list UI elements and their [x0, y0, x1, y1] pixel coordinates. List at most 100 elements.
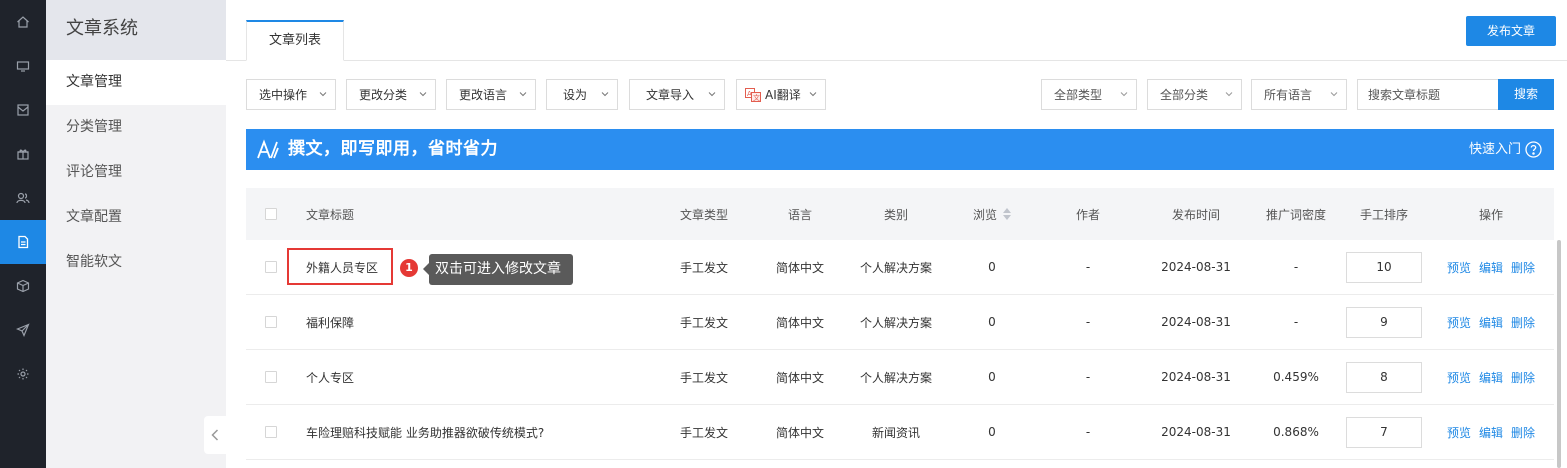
set-as-dropdown[interactable]: 设为	[546, 79, 618, 110]
header-actions: 操作	[1478, 207, 1503, 222]
article-date: 2024-08-31	[1161, 260, 1231, 274]
edit-link[interactable]: 编辑	[1479, 424, 1503, 441]
edit-link[interactable]: 编辑	[1479, 314, 1503, 331]
header-category: 类别	[883, 207, 908, 222]
change-category-dropdown[interactable]: 更改分类	[346, 79, 436, 110]
sidebar-item-article-config[interactable]: 文章配置	[46, 195, 226, 240]
table-row[interactable]: 个人专区 手工发文 简体中文 个人解决方案 0 - 2024-08-31 0.4…	[246, 350, 1554, 405]
icon-rail	[0, 0, 46, 468]
sidebar-item-category-management[interactable]: 分类管理	[46, 105, 226, 150]
article-views: 0	[988, 260, 996, 274]
type-filter-label: 全部类型	[1054, 88, 1103, 102]
actions-cell: 预览 编辑 删除	[1442, 405, 1540, 459]
actions-cell: 预览 编辑 删除	[1442, 350, 1540, 404]
article-views: 0	[988, 315, 996, 329]
row-checkbox[interactable]	[265, 261, 277, 273]
vertical-scrollbar[interactable]	[1557, 240, 1561, 468]
edit-link[interactable]: 编辑	[1479, 369, 1503, 386]
collapse-sidebar-button[interactable]	[204, 416, 226, 454]
table-row[interactable]: 车险理赔科技赋能 业务助推器欲破传统模式? 手工发文 简体中文 新闻资讯 0 -…	[246, 405, 1554, 460]
box-icon[interactable]	[0, 264, 46, 308]
sidebar-item-smart-article[interactable]: 智能软文	[46, 240, 226, 285]
sidebar-title: 文章系统	[46, 0, 226, 60]
settings-icon[interactable]	[0, 352, 46, 396]
language-filter-label: 所有语言	[1264, 88, 1313, 102]
article-density: 0.459%	[1273, 370, 1319, 384]
header-type: 文章类型	[679, 207, 728, 222]
gift-icon[interactable]	[0, 132, 46, 176]
row-checkbox[interactable]	[265, 426, 277, 438]
order-input[interactable]: 7	[1346, 416, 1422, 448]
article-title[interactable]: 福利保障	[306, 295, 646, 349]
row-checkbox-cell	[246, 350, 296, 404]
select-all-checkbox[interactable]	[265, 208, 277, 220]
type-filter-dropdown[interactable]: 全部类型	[1041, 79, 1137, 110]
order-input[interactable]: 10	[1346, 251, 1422, 283]
header-title: 文章标题	[306, 207, 355, 222]
header-views[interactable]: 浏览	[944, 188, 1040, 240]
article-date: 2024-08-31	[1161, 315, 1231, 329]
article-title[interactable]: 个人专区	[306, 350, 646, 404]
chevron-down-icon	[319, 92, 327, 97]
article-views: 0	[988, 370, 996, 384]
article-language: 简体中文	[775, 315, 824, 330]
row-checkbox[interactable]	[265, 371, 277, 383]
help-icon	[1525, 141, 1542, 158]
ai-translate-dropdown[interactable]: A文 AI翻译	[736, 79, 826, 110]
header-date: 发布时间	[1171, 207, 1220, 222]
edit-link[interactable]: 编辑	[1479, 259, 1503, 276]
publish-article-button[interactable]: 发布文章	[1466, 16, 1556, 46]
change-category-label: 更改分类	[359, 88, 408, 102]
change-language-dropdown[interactable]: 更改语言	[446, 79, 536, 110]
chevron-down-icon	[601, 92, 609, 97]
select-action-dropdown[interactable]: 选中操作	[246, 79, 336, 110]
article-type: 手工发文	[679, 425, 728, 440]
row-checkbox[interactable]	[265, 316, 277, 328]
search-input[interactable]	[1357, 79, 1499, 110]
chevron-down-icon	[1120, 92, 1128, 97]
language-filter-dropdown[interactable]: 所有语言	[1251, 79, 1347, 110]
mail-icon[interactable]	[0, 88, 46, 132]
search-button[interactable]: 搜索	[1498, 79, 1554, 110]
article-category: 个人解决方案	[859, 370, 932, 385]
delete-link[interactable]: 删除	[1511, 369, 1535, 386]
delete-link[interactable]: 删除	[1511, 314, 1535, 331]
actions-cell: 预览 编辑 删除	[1442, 295, 1540, 349]
set-as-label: 设为	[563, 88, 588, 102]
order-input[interactable]: 9	[1346, 306, 1422, 338]
category-filter-dropdown[interactable]: 全部分类	[1147, 79, 1242, 110]
chevron-down-icon	[519, 92, 527, 97]
delete-link[interactable]: 删除	[1511, 424, 1535, 441]
sidebar-item-article-management[interactable]: 文章管理	[46, 60, 226, 105]
chevron-down-icon	[419, 92, 427, 97]
article-table: 文章标题 文章类型 语言 类别 浏览 作者 发布时间 推广词密度 手工排序 操作…	[246, 188, 1554, 460]
import-label: 文章导入	[646, 88, 695, 102]
tab-article-list[interactable]: 文章列表	[246, 20, 344, 61]
header-density: 推广词密度	[1265, 207, 1326, 222]
select-action-label: 选中操作	[259, 88, 308, 102]
actions-cell: 预览 编辑 删除	[1442, 240, 1540, 294]
main-content: 文章列表 发布文章 选中操作 更改分类 更改语言 设为 文章导入 A文 AI翻译	[226, 0, 1567, 468]
sidebar-item-comment-management[interactable]: 评论管理	[46, 150, 226, 195]
import-dropdown[interactable]: 文章导入	[629, 79, 725, 110]
header-views-label: 浏览	[972, 207, 997, 222]
table-row[interactable]: 福利保障 手工发文 简体中文 个人解决方案 0 - 2024-08-31 - 9…	[246, 295, 1554, 350]
svg-text:文: 文	[753, 93, 760, 102]
monitor-icon[interactable]	[0, 44, 46, 88]
home-icon[interactable]	[0, 0, 46, 44]
preview-link[interactable]: 预览	[1447, 424, 1471, 441]
send-icon[interactable]	[0, 308, 46, 352]
article-type: 手工发文	[679, 370, 728, 385]
quick-start-link[interactable]: 快速入门	[1469, 129, 1542, 170]
preview-link[interactable]: 预览	[1447, 369, 1471, 386]
users-icon[interactable]	[0, 176, 46, 220]
article-title[interactable]: 车险理赔科技赋能 业务助推器欲破传统模式?	[306, 405, 646, 459]
article-language: 简体中文	[775, 370, 824, 385]
order-input[interactable]: 8	[1346, 361, 1422, 393]
document-icon[interactable]	[0, 220, 46, 264]
preview-link[interactable]: 预览	[1447, 259, 1471, 276]
delete-link[interactable]: 删除	[1511, 259, 1535, 276]
preview-link[interactable]: 预览	[1447, 314, 1471, 331]
header-order: 手工排序	[1359, 207, 1408, 222]
banner-text: 撰文，即写即用，省时省力	[288, 139, 498, 159]
